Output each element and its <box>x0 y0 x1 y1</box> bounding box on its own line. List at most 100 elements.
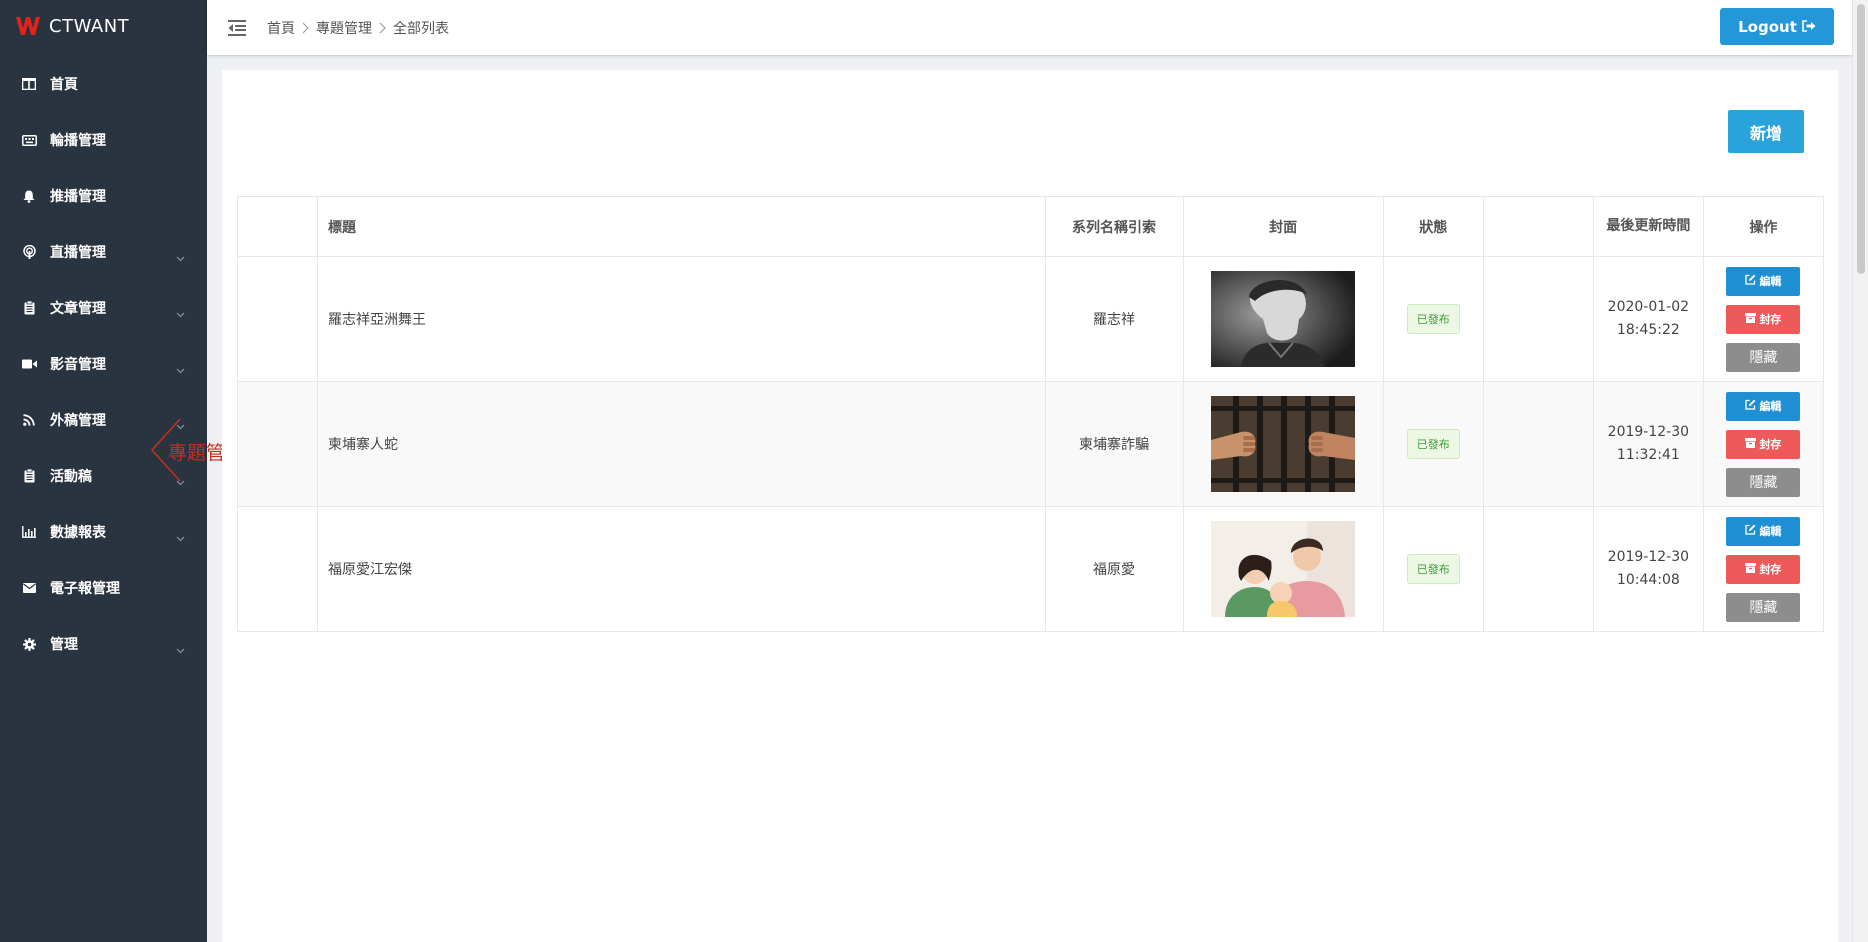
sidebar-item-label: 直播管理 <box>50 245 106 261</box>
row-series: 柬埔寨詐騙 <box>1044 381 1184 507</box>
row-status-cell: 已發布 <box>1382 506 1484 632</box>
edit-icon <box>1745 524 1759 538</box>
sidebar-item-admin[interactable]: 管理 <box>0 616 207 672</box>
cover-thumbnail <box>1211 521 1356 617</box>
breadcrumb-section[interactable]: 專題管理 <box>316 18 372 38</box>
keyboard-icon <box>21 132 37 148</box>
edit-button[interactable]: 編輯 <box>1726 516 1801 546</box>
column-header-select <box>236 196 319 257</box>
row-cover-cell <box>1182 381 1384 507</box>
logout-label: Logout <box>1738 17 1797 36</box>
edit-icon <box>1745 399 1759 413</box>
sidebar-item-reports[interactable]: 數據報表 <box>0 504 207 560</box>
bell-icon <box>21 188 37 204</box>
status-badge: 已發布 <box>1406 554 1460 584</box>
row-cover-cell <box>1182 256 1384 382</box>
gear-icon <box>21 636 37 652</box>
chevron-down-icon <box>176 303 185 322</box>
archive-button[interactable]: 封存 <box>1726 554 1801 584</box>
cover-thumbnail <box>1211 271 1356 367</box>
sidebar-item-live[interactable]: 直播管理 <box>0 224 207 280</box>
updated-date: 2020-01-02 <box>1607 299 1690 315</box>
sidebar-item-label: 首頁 <box>50 77 78 93</box>
row-title: 羅志祥亞洲舞王 <box>317 256 1046 382</box>
row-status-cell: 已發布 <box>1382 381 1484 507</box>
table-row: 柬埔寨人蛇 柬埔寨詐騙 已發布 2019-12-30 11:32:41 編輯 封… <box>236 381 1825 507</box>
row-updated-cell: 2020-01-02 18:45:22 <box>1592 256 1704 382</box>
sidebar-item-newsletter[interactable]: 電子報管理 <box>0 560 207 616</box>
sidebar-toggle-icon[interactable] <box>227 18 247 38</box>
row-series: 羅志祥 <box>1044 256 1184 382</box>
updated-time: 18:45:22 <box>1616 322 1680 338</box>
logout-button[interactable]: Logout <box>1720 8 1834 45</box>
updated-time: 10:44:08 <box>1616 572 1680 588</box>
row-actions-cell: 編輯 封存 隱藏 <box>1702 256 1825 382</box>
row-status-cell: 已發布 <box>1382 256 1484 382</box>
hide-button[interactable]: 隱藏 <box>1726 592 1801 622</box>
column-header-actions: 操作 <box>1702 196 1825 257</box>
column-header-series: 系列名稱引索 <box>1044 196 1184 257</box>
archive-label: 封存 <box>1759 313 1782 326</box>
sidebar-item-video[interactable]: 影音管理 <box>0 336 207 392</box>
edit-label: 編輯 <box>1759 400 1782 413</box>
column-header-updated: 最後更新時間 <box>1592 196 1704 257</box>
sidebar-item-label: 影音管理 <box>50 357 106 373</box>
chevron-down-icon <box>176 359 185 378</box>
hide-button[interactable]: 隱藏 <box>1726 342 1801 372</box>
row-select-cell <box>236 256 319 382</box>
edit-icon <box>1745 274 1759 288</box>
status-badge: 已發布 <box>1406 429 1460 459</box>
table-header-row: 標題 系列名稱引索 封面 狀態 最後更新時間 操作 <box>236 196 1825 257</box>
row-select-cell <box>236 506 319 632</box>
archive-button[interactable]: 封存 <box>1726 304 1801 334</box>
rss-icon <box>21 412 37 428</box>
column-header-cover: 封面 <box>1182 196 1384 257</box>
breadcrumb-home[interactable]: 首頁 <box>267 18 295 38</box>
row-actions-cell: 編輯 封存 隱藏 <box>1702 506 1825 632</box>
content-panel: 新增 標題 系列名稱引索 封面 狀態 最後更新時間 操作 羅志祥亞洲舞王 羅志祥 <box>222 70 1838 942</box>
video-icon <box>21 356 37 372</box>
hide-button[interactable]: 隱藏 <box>1726 467 1801 497</box>
sidebar-item-label: 數據報表 <box>50 525 106 541</box>
clipboard-icon <box>21 468 37 484</box>
breadcrumb-current: 全部列表 <box>393 20 449 37</box>
archive-button[interactable]: 封存 <box>1726 429 1801 459</box>
add-button[interactable]: 新增 <box>1728 110 1804 153</box>
scrollbar-thumb[interactable] <box>1857 4 1865 274</box>
sidebar-item-articles[interactable]: 文章管理 <box>0 280 207 336</box>
sidebar-item-home[interactable]: 首頁 <box>0 56 207 112</box>
chevron-down-icon <box>176 247 185 266</box>
brand[interactable]: CTWANT <box>0 0 207 52</box>
bar-chart-icon <box>21 524 37 540</box>
broadcast-icon <box>21 244 37 260</box>
clipboard-icon <box>21 300 37 316</box>
row-actions-cell: 編輯 封存 隱藏 <box>1702 381 1825 507</box>
updated-time: 11:32:41 <box>1616 447 1680 463</box>
edit-button[interactable]: 編輯 <box>1726 266 1801 296</box>
chevron-right-icon <box>379 22 386 34</box>
envelope-icon <box>21 580 37 596</box>
edit-label: 編輯 <box>1759 275 1782 288</box>
updated-date: 2019-12-30 <box>1607 424 1690 440</box>
chevron-right-icon <box>302 22 309 34</box>
sidebar-item-push[interactable]: 推播管理 <box>0 168 207 224</box>
row-updated-cell: 2019-12-30 11:32:41 <box>1592 381 1704 507</box>
sidebar-item-carousel[interactable]: 輪播管理 <box>0 112 207 168</box>
archive-icon <box>1745 437 1759 451</box>
row-title: 柬埔寨人蛇 <box>317 381 1046 507</box>
topics-table: 標題 系列名稱引索 封面 狀態 最後更新時間 操作 羅志祥亞洲舞王 羅志祥 已發… <box>236 196 1825 632</box>
page-scrollbar[interactable] <box>1852 0 1868 942</box>
top-header: 首頁 專題管理 全部列表 Logout <box>207 0 1852 55</box>
edit-button[interactable]: 編輯 <box>1726 391 1801 421</box>
row-cover-cell <box>1182 506 1384 632</box>
ctwant-logo-icon <box>15 15 41 37</box>
breadcrumb: 首頁 專題管理 全部列表 <box>267 18 449 38</box>
chevron-down-icon <box>176 639 185 658</box>
sidebar-item-label: 輪播管理 <box>50 133 106 149</box>
row-updated-cell: 2019-12-30 10:44:08 <box>1592 506 1704 632</box>
row-blank-cell <box>1482 506 1594 632</box>
sign-out-icon <box>1797 18 1816 36</box>
chevron-down-icon <box>176 527 185 546</box>
column-header-title: 標題 <box>317 196 1046 257</box>
sidebar-item-label: 外稿管理 <box>50 413 106 429</box>
